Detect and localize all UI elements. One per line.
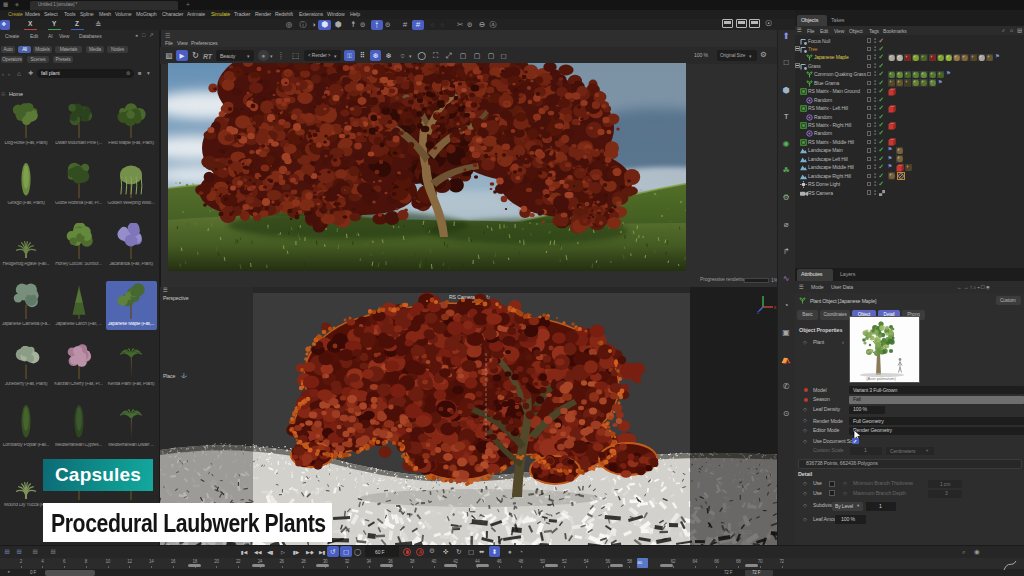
svg-text:(Acer palmatum): (Acer palmatum) (866, 376, 896, 381)
